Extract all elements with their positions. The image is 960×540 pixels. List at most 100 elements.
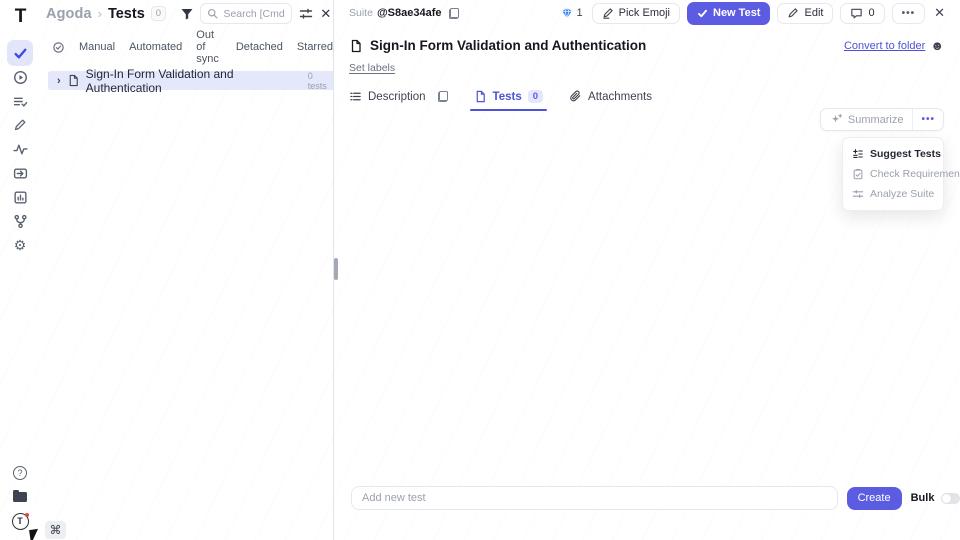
summarize-more-button[interactable]: •••	[912, 109, 943, 130]
new-test-button[interactable]: New Test	[687, 2, 770, 25]
topbar-more-button[interactable]: •••	[892, 3, 926, 24]
gem-count: 1	[577, 7, 583, 19]
branch-icon	[13, 214, 28, 229]
search-icon	[207, 8, 218, 19]
icon-rail: T	[0, 0, 40, 540]
add-test-footer: Create Bulk	[334, 486, 960, 510]
rail-item-draft[interactable]	[7, 112, 33, 138]
file-icon	[67, 74, 80, 87]
suites-panel: Agoda › Tests 0 ✕ Manual Automat	[40, 0, 333, 540]
set-labels-link[interactable]: Set labels	[349, 62, 395, 74]
filter-funnel-icon[interactable]	[180, 5, 194, 23]
menu-item-label: Analyze Suite	[870, 188, 934, 200]
rail-item-pulse[interactable]	[7, 136, 33, 162]
topbar-actions: 1 Pick Emoji New Test	[561, 2, 947, 25]
suite-detail-panel: Suite @S8ae34afe 1 Pick Emoji	[334, 0, 960, 540]
folder-icon	[13, 492, 27, 502]
filter-tab-manual[interactable]: Manual	[79, 41, 115, 53]
avatar: ☻	[930, 39, 944, 52]
create-button[interactable]: Create	[847, 487, 902, 510]
check-icon	[697, 8, 708, 19]
rail-item-plans[interactable]	[7, 88, 33, 114]
clipboard-check-icon	[852, 168, 864, 180]
paperclip-icon	[569, 90, 582, 103]
tab-attachments[interactable]: Attachments	[569, 90, 652, 111]
rail-item-import[interactable]	[7, 160, 33, 186]
tests-count-badge: 0	[151, 6, 166, 21]
pencil-icon	[787, 7, 799, 19]
bulk-toggle[interactable]	[941, 493, 960, 504]
tab-description[interactable]: Description	[349, 90, 448, 111]
chart-panel-icon	[13, 190, 28, 205]
list-icon	[349, 90, 362, 103]
suite-row-title: Sign-In Form Validation and Authenticati…	[86, 67, 302, 95]
rail-item-runs[interactable]	[7, 64, 33, 90]
adjustments-icon[interactable]	[298, 5, 312, 23]
rail-item-help[interactable]: ?	[7, 460, 33, 486]
close-panel-icon[interactable]: ✕	[319, 5, 333, 23]
menu-item-check-requirements[interactable]: Check Requirements	[843, 164, 943, 184]
suite-tree-row[interactable]: › Sign-In Form Validation and Authentica…	[48, 71, 333, 90]
mouse-cursor	[29, 528, 47, 540]
keyboard-shortcut-button[interactable]: ⌘	[45, 521, 66, 539]
rail-item-analytics[interactable]	[7, 184, 33, 210]
comment-bubble-icon	[850, 7, 863, 20]
filter-tab-automated[interactable]: Automated	[129, 41, 182, 53]
gear-icon: ⚙	[14, 238, 27, 252]
status-filter-icon[interactable]	[52, 40, 65, 54]
menu-item-suggest-tests[interactable]: Suggest Tests	[843, 144, 943, 164]
suite-title: Sign-In Form Validation and Authenticati…	[370, 38, 646, 53]
filter-tab-starred[interactable]: Starred	[297, 41, 333, 53]
tab-description-label: Description	[368, 91, 426, 103]
gem-icon	[561, 7, 573, 19]
ai-dropdown-menu: Suggest Tests Check Requirements Analyze…	[842, 137, 944, 211]
suites-panel-header: Agoda › Tests 0 ✕	[40, 0, 333, 27]
comments-count: 0	[868, 7, 874, 19]
rail-item-projects[interactable]	[7, 484, 33, 510]
copy-suite-id-icon[interactable]	[449, 8, 459, 19]
new-test-label: New Test	[713, 7, 760, 19]
sparkles-icon	[830, 113, 843, 126]
file-icon	[474, 90, 487, 103]
edit-button[interactable]: Edit	[777, 3, 833, 24]
pulse-icon	[13, 142, 28, 157]
convert-to-folder-link[interactable]: Convert to folder	[844, 40, 925, 52]
breadcrumb-project[interactable]: Agoda	[46, 6, 92, 22]
add-new-test-input[interactable]	[351, 486, 838, 510]
bulk-label: Bulk	[911, 492, 935, 504]
suite-id: @S8ae34afe	[377, 7, 442, 19]
suite-title-row: Sign-In Form Validation and Authenticati…	[334, 38, 960, 53]
rail-item-tests[interactable]	[7, 40, 33, 66]
chevron-right-icon[interactable]: ›	[57, 75, 61, 87]
app-logo: T	[15, 6, 26, 28]
search-input-wrap[interactable]	[200, 3, 292, 24]
credits-indicator: 1	[561, 7, 583, 19]
tab-tests-label: Tests	[493, 91, 522, 103]
breadcrumb-section[interactable]: Tests	[108, 6, 145, 22]
menu-item-analyze-suite[interactable]: Analyze Suite	[843, 184, 943, 204]
filter-tabs: Manual Automated Out of sync Detached St…	[40, 36, 333, 58]
filter-tab-out-of-sync[interactable]: Out of sync	[196, 29, 222, 65]
comments-button[interactable]: 0	[840, 3, 884, 24]
pick-emoji-button[interactable]: Pick Emoji	[592, 3, 680, 24]
close-detail-icon[interactable]: ✕	[932, 5, 947, 21]
list-check-icon	[13, 94, 28, 109]
rail-item-settings[interactable]: ⚙	[7, 232, 33, 258]
breadcrumb-separator: ›	[98, 6, 102, 21]
suite-label: Suite	[349, 7, 373, 19]
menu-item-label: Check Requirements	[870, 168, 960, 180]
summarize-group: Summarize •••	[820, 108, 944, 131]
copy-description-icon[interactable]	[438, 91, 448, 102]
play-circle-icon	[13, 70, 28, 85]
inbox-arrow-icon	[13, 166, 28, 181]
tab-attachments-label: Attachments	[588, 91, 652, 103]
suite-row-meta: 0 tests	[308, 71, 333, 91]
pencil-icon	[13, 118, 27, 132]
file-icon	[349, 39, 363, 53]
filter-tab-detached[interactable]: Detached	[236, 41, 283, 53]
rail-item-branches[interactable]	[7, 208, 33, 234]
search-input[interactable]	[223, 8, 285, 20]
tab-tests-count: 0	[528, 90, 543, 103]
summarize-button[interactable]: Summarize	[821, 109, 913, 130]
tab-tests[interactable]: Tests 0	[474, 90, 544, 111]
